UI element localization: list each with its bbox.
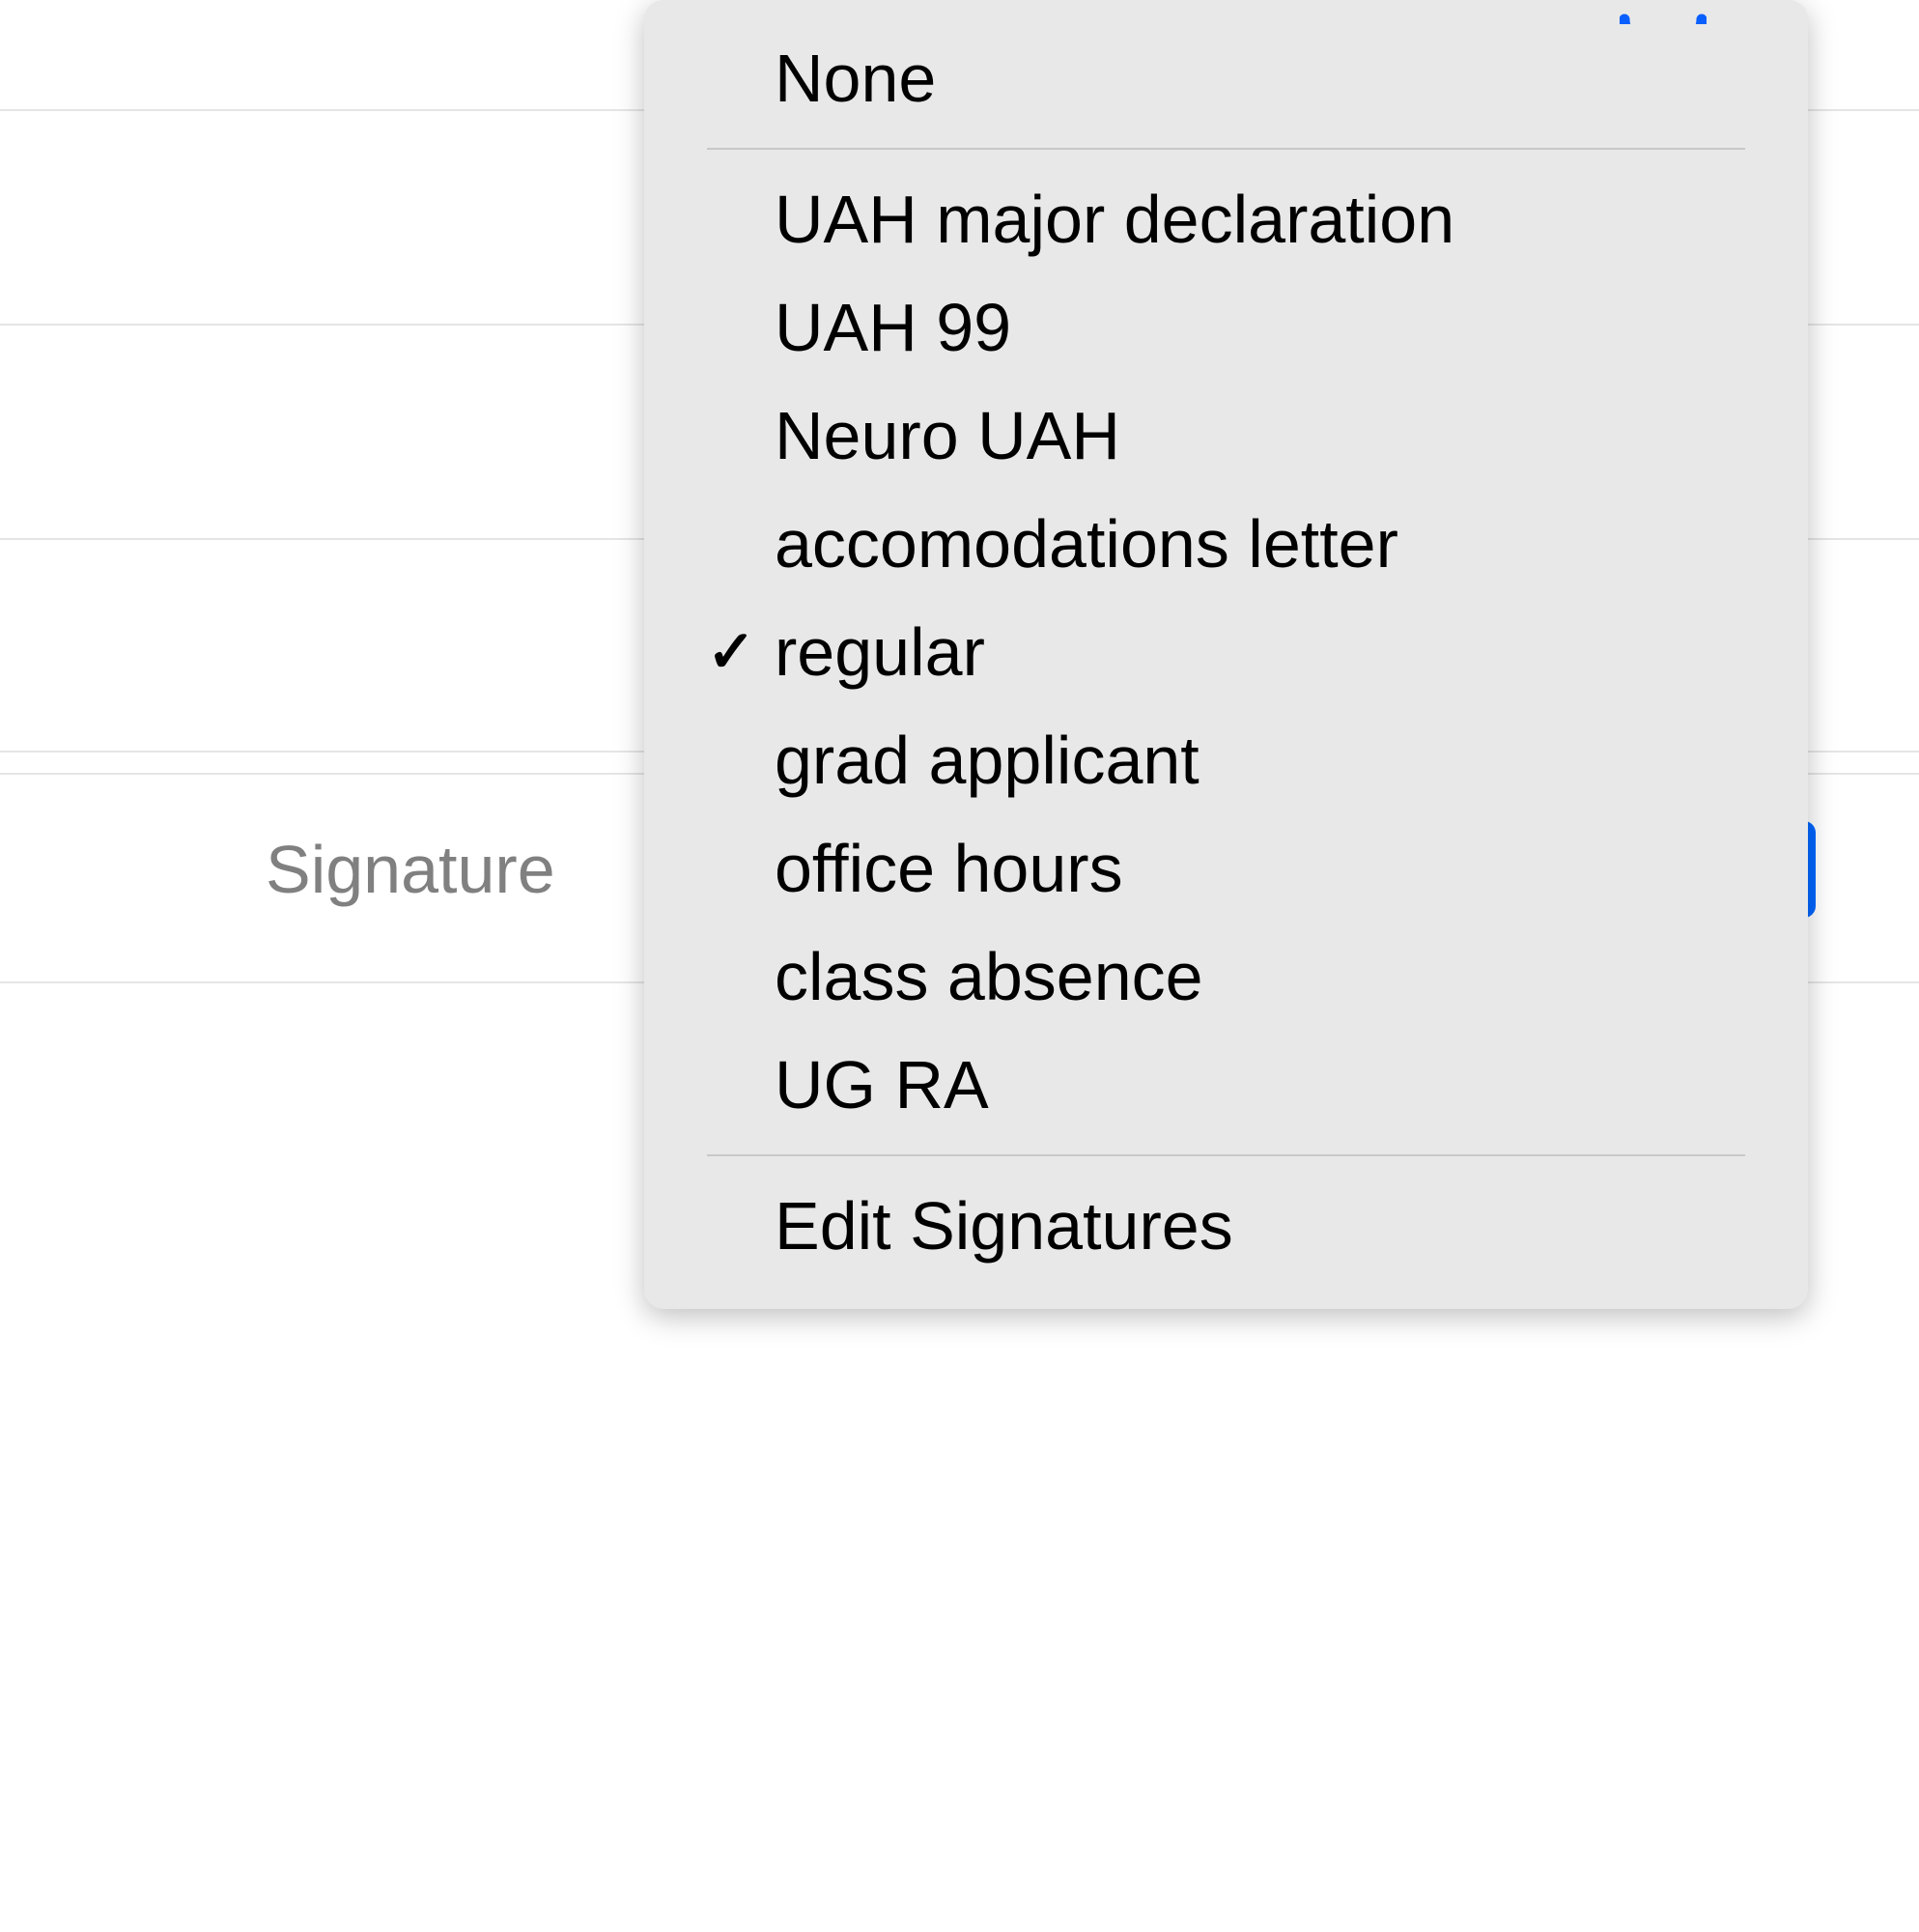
menu-item-neuro-uah[interactable]: Neuro UAH — [644, 382, 1808, 490]
menu-item-office-hours[interactable]: office hours — [644, 814, 1808, 923]
menu-item-none[interactable]: None — [644, 24, 1808, 132]
menu-item-uah-99[interactable]: UAH 99 — [644, 273, 1808, 382]
menu-item-class-absence[interactable]: class absence — [644, 923, 1808, 1031]
focus-ring-icon — [1620, 0, 1707, 24]
menu-item-label: UAH major declaration — [775, 181, 1750, 258]
menu-item-grad-applicant[interactable]: grad applicant — [644, 706, 1808, 814]
menu-item-ug-ra[interactable]: UG RA — [644, 1031, 1808, 1139]
menu-item-label: accomodations letter — [775, 505, 1750, 582]
menu-separator — [707, 148, 1745, 150]
menu-item-label: Edit Signatures — [775, 1187, 1750, 1264]
checkmark-icon: ✓ — [707, 618, 775, 686]
signature-dropdown-menu: None UAH major declaration UAH 99 Neuro … — [644, 0, 1808, 1309]
menu-item-uah-major-declaration[interactable]: UAH major declaration — [644, 165, 1808, 273]
menu-item-label: regular — [775, 613, 1750, 691]
menu-item-label: None — [775, 40, 1750, 117]
menu-item-label: office hours — [775, 830, 1750, 907]
menu-item-regular[interactable]: ✓ regular — [644, 598, 1808, 706]
menu-item-label: Neuro UAH — [775, 397, 1750, 474]
menu-item-accomodations-letter[interactable]: accomodations letter — [644, 490, 1808, 598]
menu-item-edit-signatures[interactable]: Edit Signatures — [644, 1172, 1808, 1280]
menu-separator — [707, 1154, 1745, 1156]
menu-item-label: UAH 99 — [775, 289, 1750, 366]
menu-item-label: UG RA — [775, 1046, 1750, 1123]
menu-item-label: class absence — [775, 938, 1750, 1015]
menu-item-label: grad applicant — [775, 722, 1750, 799]
signature-field-label: Signature — [266, 831, 555, 908]
